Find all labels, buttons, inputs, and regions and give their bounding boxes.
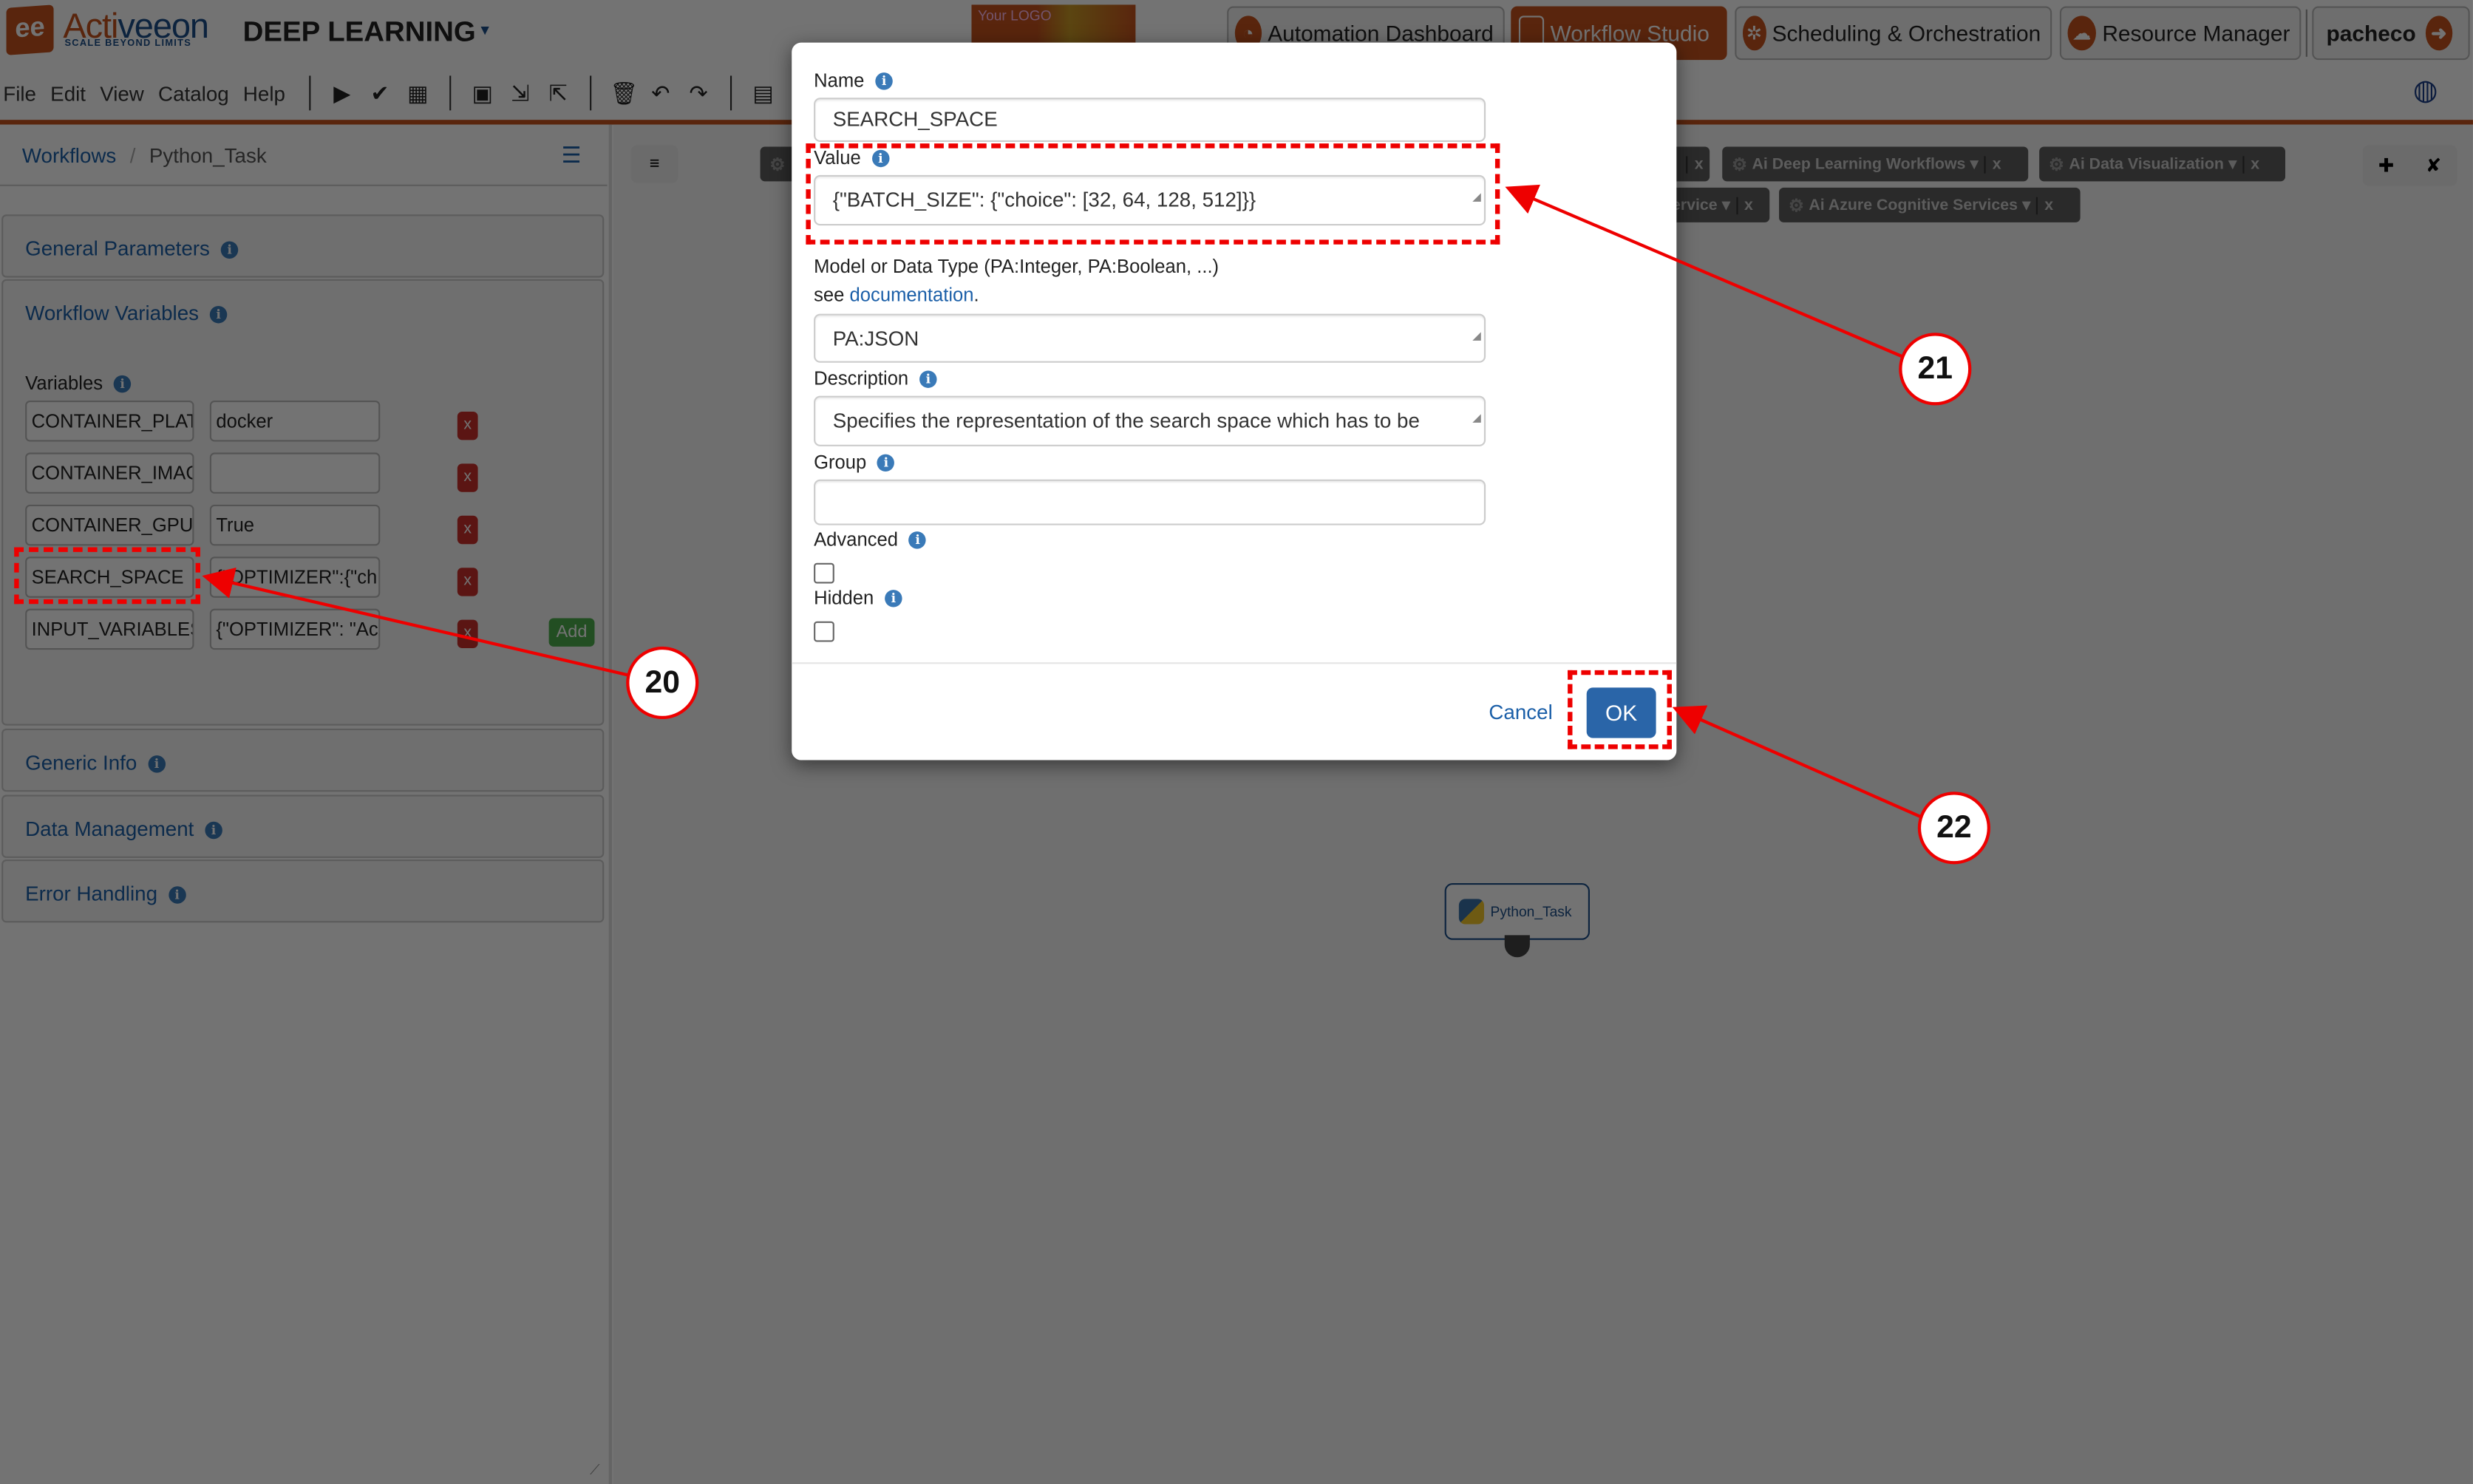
description-textarea[interactable]: Specifies the representation of the sear…: [814, 395, 1486, 446]
advanced-label: Advanced i: [814, 528, 927, 551]
description-label: Description i: [814, 367, 937, 389]
highlight-value-field: [806, 143, 1500, 245]
highlight-ok-button: [1568, 670, 1672, 749]
group-label: Group i: [814, 451, 895, 473]
description-text: Specifies the representation of the sear…: [832, 408, 1420, 432]
info-icon[interactable]: i: [885, 590, 902, 607]
resize-grip-icon[interactable]: ◢: [1472, 316, 1481, 360]
hidden-label-text: Hidden: [814, 586, 874, 609]
info-icon[interactable]: i: [908, 531, 927, 549]
dialog-footer-divider: [792, 662, 1677, 664]
name-label-text: Name: [814, 69, 865, 92]
highlight-search-space: [14, 547, 201, 605]
group-label-text: Group: [814, 451, 867, 474]
name-label: Name i: [814, 69, 893, 92]
hidden-checkbox[interactable]: [814, 621, 834, 642]
hidden-label: Hidden i: [814, 587, 902, 609]
period: .: [973, 284, 979, 306]
model-help: see documentation.: [814, 284, 979, 306]
callout-22: 22: [1917, 792, 1990, 865]
advanced-checkbox[interactable]: [814, 562, 834, 584]
description-label-text: Description: [814, 367, 909, 390]
group-input[interactable]: [814, 479, 1486, 525]
advanced-label-text: Advanced: [814, 528, 898, 551]
documentation-link[interactable]: documentation: [850, 284, 974, 306]
info-icon[interactable]: i: [919, 370, 937, 388]
model-label: Model or Data Type (PA:Integer, PA:Boole…: [814, 255, 1220, 278]
resize-grip-icon[interactable]: ◢: [1472, 398, 1481, 443]
see-text: see: [814, 284, 845, 306]
callout-20: 20: [626, 646, 699, 720]
name-input[interactable]: SEARCH_SPACE: [814, 98, 1486, 143]
cancel-button[interactable]: Cancel: [1489, 700, 1552, 724]
model-text: PA:JSON: [832, 326, 919, 350]
model-textarea[interactable]: PA:JSON ◢: [814, 313, 1486, 363]
screen: ee Activeeon SCALE BEYOND LIMITS DEEP LE…: [0, 0, 2473, 1484]
callout-21: 21: [1899, 333, 1972, 406]
info-icon[interactable]: i: [875, 72, 893, 90]
info-icon[interactable]: i: [877, 454, 895, 472]
